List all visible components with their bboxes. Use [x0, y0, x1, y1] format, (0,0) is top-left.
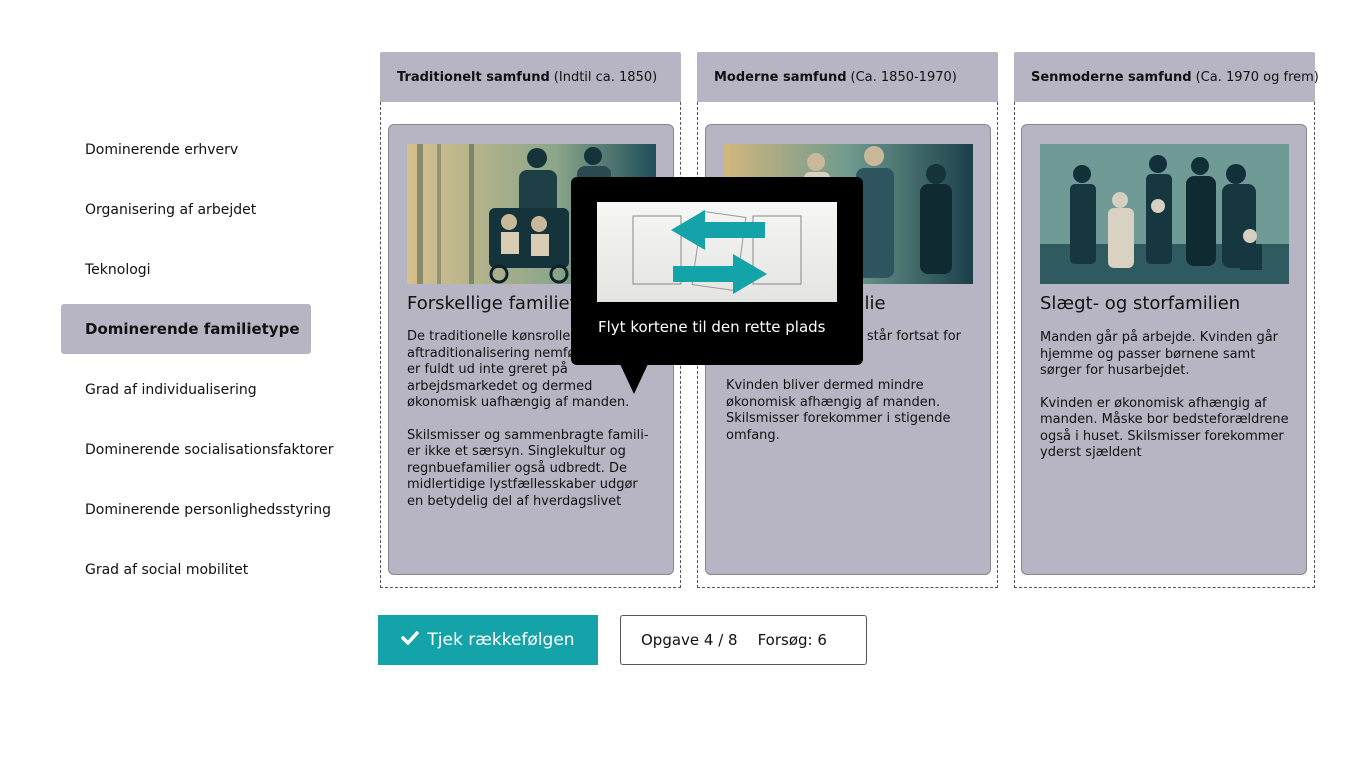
category-item: Grad af individualisering [85, 382, 257, 398]
arrow-left-icon [671, 210, 765, 250]
card-title: Slægt- og storfamilien [1040, 293, 1241, 314]
instruction-tooltip: Flyt kortene til den rette plads [571, 177, 863, 365]
column-period: (Ca. 1850-1970) [850, 69, 957, 85]
category-item-active: Dominerende familietype [61, 304, 311, 354]
check-order-label: Tjek rækkefølgen [427, 630, 575, 650]
column-period: (Ca. 1970 og frem) [1195, 69, 1319, 85]
column-header-modern: Moderne samfund (Ca. 1850-1970) [697, 52, 998, 102]
card-title: Forskellige familiety [407, 293, 588, 314]
draggable-card-3[interactable]: Slægt- og storfamilien Manden går på arb… [1021, 124, 1307, 575]
category-item: Teknologi [85, 262, 151, 278]
card-paragraph: Kvinden er økonomisk afhængig af manden.… [1040, 395, 1289, 461]
attempt-counter: Forsøg: 6 [757, 631, 827, 649]
column-period: (Indtil ca. 1850) [553, 69, 658, 85]
category-item: Dominerende personlighedsstyring [85, 502, 332, 518]
category-item: Organisering af arbejdet [85, 202, 257, 218]
card-text: Manden går på arbejde. Kvinden går hjemm… [1040, 330, 1290, 478]
column-header-traditional: Traditionelt samfund (Indtil ca. 1850) [380, 52, 681, 102]
category-item: Dominerende erhverv [85, 142, 239, 158]
column-header-latemodern: Senmoderne samfund (Ca. 1970 og frem) [1014, 52, 1319, 102]
column-title: Senmoderne samfund [1031, 69, 1192, 85]
card-paragraph: Skilsmisser og sammenbragte famili­er ik… [407, 427, 649, 509]
column-title: Traditionelt samfund [397, 69, 550, 85]
progress-status: Opgave 4 / 8 Forsøg: 6 [620, 615, 867, 665]
tooltip-text: Flyt kortene til den rette plads [598, 318, 826, 336]
checkmark-icon [401, 630, 420, 651]
check-order-button[interactable]: Tjek rækkefølgen [378, 615, 598, 665]
task-counter: Opgave 4 / 8 [641, 631, 738, 649]
category-item: Grad af social mobilitet [85, 562, 249, 578]
column-title: Moderne samfund [714, 69, 847, 85]
swap-cards-illustration [597, 202, 837, 302]
category-item: Dominerende socialisationsfaktorer [85, 442, 334, 458]
card-paragraph: Manden går på arbejde. Kvinden går hjemm… [1040, 330, 1279, 378]
card-paragraph: Kvinden bliver dermed mindre økonomisk a… [726, 378, 951, 443]
tooltip-pointer [620, 364, 648, 394]
family-photo [1040, 144, 1289, 284]
